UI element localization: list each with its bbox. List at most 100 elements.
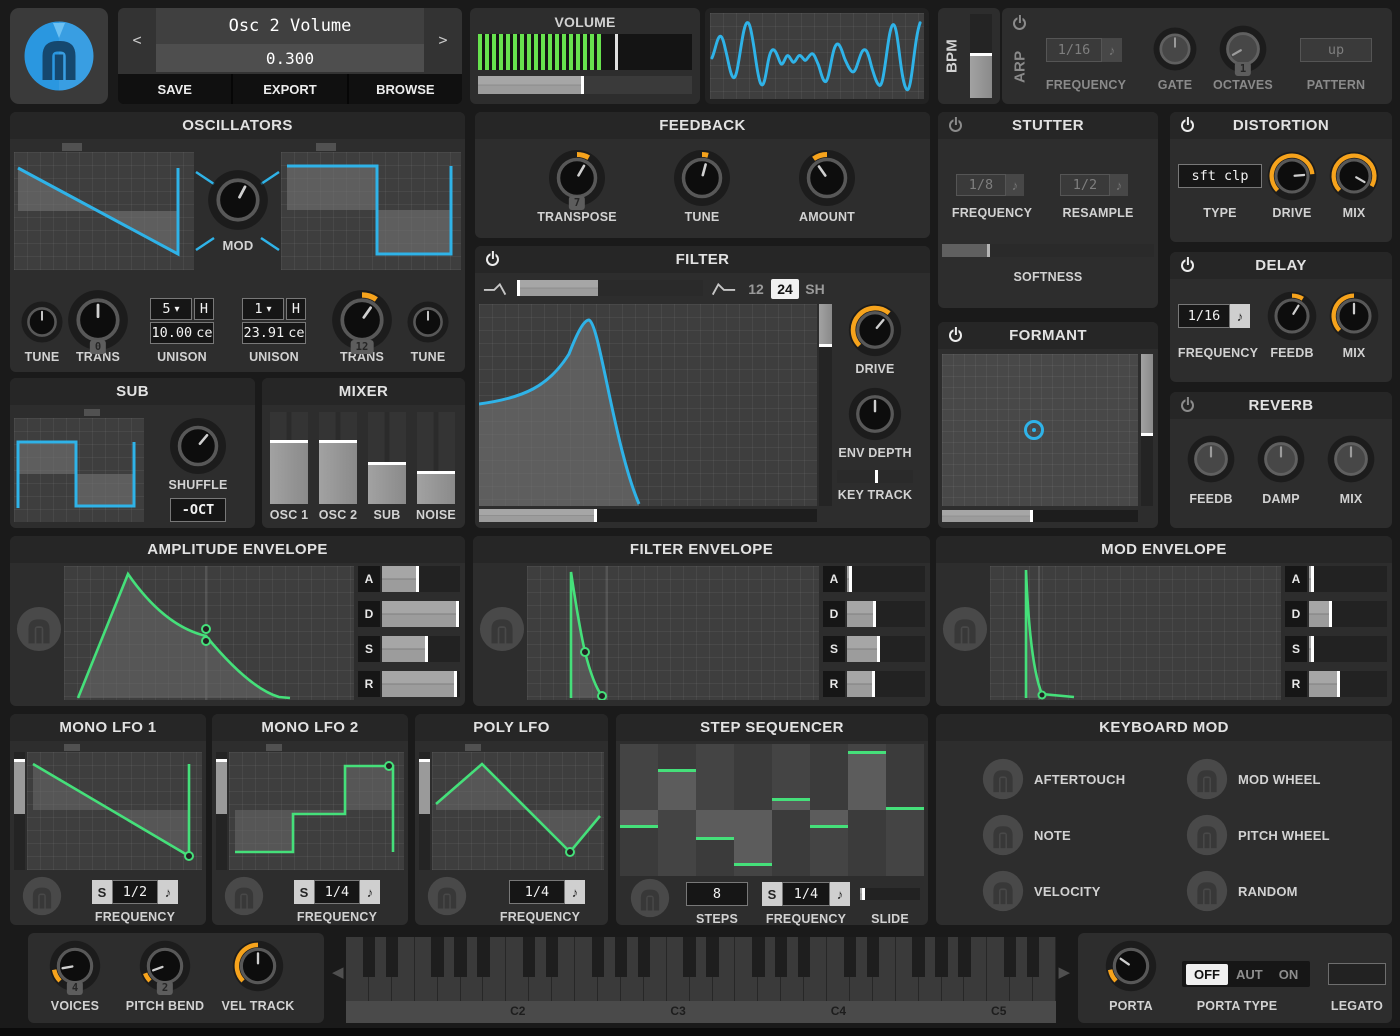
menv-attack-slider[interactable] (1309, 566, 1387, 592)
pitch-bend-knob[interactable]: 2 (138, 939, 192, 995)
step-sequencer-display[interactable] (620, 744, 924, 876)
osc2-transpose-knob[interactable]: 12 (330, 288, 394, 354)
reverb-power-icon[interactable] (1180, 397, 1195, 413)
step-4[interactable] (734, 744, 772, 876)
aftertouch-mod-source-icon[interactable] (982, 758, 1024, 800)
reverb-mix-knob[interactable] (1326, 434, 1376, 484)
voices-knob[interactable]: 4 (48, 939, 102, 995)
amp-env-display[interactable] (64, 566, 354, 700)
keyboard-keys[interactable] (346, 937, 1057, 1001)
save-button[interactable]: SAVE (118, 74, 232, 104)
mixer-osc1-fader[interactable] (270, 412, 308, 504)
lfo1-wave-display[interactable] (27, 752, 202, 870)
note-mod-source-icon[interactable] (982, 814, 1024, 856)
black-key[interactable] (774, 937, 788, 977)
black-key[interactable] (1004, 937, 1017, 977)
lfo1-amp-slider[interactable] (14, 752, 25, 870)
keyboard-scroll-right-icon[interactable]: ▶ (1058, 963, 1070, 981)
stutter-power-icon[interactable] (948, 117, 963, 133)
black-key[interactable] (843, 937, 857, 977)
poly-lfo-shape-handle[interactable] (465, 744, 481, 751)
arp-octaves-knob[interactable]: 1 (1218, 24, 1268, 76)
step-8[interactable] (886, 744, 924, 876)
lfo1-note-icon[interactable]: ♪ (158, 880, 178, 904)
amp-sustain-slider[interactable] (382, 636, 460, 662)
porta-type-on-button[interactable]: ON (1271, 964, 1307, 985)
random-mod-source-icon[interactable] (1186, 870, 1228, 912)
mod-env-display[interactable] (990, 566, 1281, 700)
lfo2-wave-display[interactable] (229, 752, 404, 870)
lfo1-frequency-value[interactable]: 1/2 (112, 880, 158, 904)
mixer-noise-fader[interactable] (417, 412, 455, 504)
stutter-softness-slider[interactable] (942, 244, 1154, 257)
filter-drive-knob[interactable] (847, 302, 903, 358)
filter-pole-sh-button[interactable]: SH (801, 279, 829, 299)
feedback-tune-knob[interactable] (672, 148, 732, 208)
osc2-wave-display[interactable] (281, 152, 461, 270)
patch-prev-button[interactable]: < (118, 8, 156, 72)
lfo1-sync-button[interactable]: S (92, 880, 112, 904)
poly-lfo-wave-display[interactable] (432, 752, 604, 870)
step-5[interactable] (772, 744, 810, 876)
black-key[interactable] (362, 937, 376, 977)
amp-release-slider[interactable] (382, 671, 460, 697)
stutter-frequency-value[interactable]: 1/8 (956, 174, 1006, 196)
keyboard-scroll-left-icon[interactable]: ◀ (332, 963, 344, 981)
feedback-amount-knob[interactable] (797, 148, 857, 208)
step-7[interactable] (848, 744, 886, 876)
stepseq-sync-button[interactable]: S (762, 882, 782, 906)
pitch-wheel-mod-source-icon[interactable] (1186, 814, 1228, 856)
lfo1-shape-handle[interactable] (64, 744, 80, 751)
porta-type-off-button[interactable]: OFF (1186, 963, 1228, 985)
black-key[interactable] (912, 937, 925, 977)
arp-pattern-value[interactable]: up (1300, 38, 1372, 62)
feedback-transpose-knob[interactable]: 7 (547, 148, 607, 210)
legato-toggle[interactable] (1328, 963, 1386, 985)
lfo2-mod-source-icon[interactable] (224, 876, 264, 916)
black-key[interactable] (477, 937, 490, 977)
menv-release-slider[interactable] (1309, 671, 1387, 697)
mod-env-mod-source-icon[interactable] (942, 606, 988, 652)
step-3[interactable] (696, 744, 734, 876)
delay-power-icon[interactable] (1180, 257, 1195, 273)
lfo2-frequency-value[interactable]: 1/4 (314, 880, 360, 904)
menv-decay-slider[interactable] (1309, 601, 1387, 627)
black-key[interactable] (935, 937, 948, 977)
sub-shape-handle[interactable] (84, 409, 100, 416)
black-key[interactable] (958, 937, 971, 977)
sub-shuffle-knob[interactable] (168, 416, 228, 476)
filter-env-display[interactable] (527, 566, 819, 700)
step-2[interactable] (658, 744, 696, 876)
patch-value[interactable]: 0.300 (156, 44, 424, 72)
menv-sustain-slider[interactable] (1309, 636, 1387, 662)
black-key[interactable] (637, 937, 650, 977)
reverb-feedback-knob[interactable] (1186, 434, 1236, 484)
osc2-unison-voices[interactable]: 1 ▾ (242, 298, 284, 320)
mod-wheel-mod-source-icon[interactable] (1186, 758, 1228, 800)
osc1-wave-display[interactable] (14, 152, 194, 270)
delay-frequency-note-icon[interactable]: ♪ (1230, 304, 1250, 328)
black-key[interactable] (866, 937, 880, 977)
amp-env-mod-source-icon[interactable] (16, 606, 62, 652)
formant-y-slider[interactable] (1141, 354, 1153, 506)
mixer-osc2-fader[interactable] (319, 412, 357, 504)
arp-frequency-value[interactable]: 1/16 (1046, 38, 1102, 62)
black-key[interactable] (614, 937, 628, 977)
stepseq-steps-value[interactable]: 8 (686, 882, 748, 906)
fenv-release-slider[interactable] (847, 671, 925, 697)
distortion-drive-knob[interactable] (1266, 150, 1318, 202)
sub-octave-button[interactable]: -OCT (170, 498, 226, 522)
filter-key-track-slider[interactable] (837, 470, 913, 483)
black-key[interactable] (706, 937, 719, 977)
formant-xy-pad[interactable] (942, 354, 1138, 506)
browse-button[interactable]: BROWSE (348, 74, 462, 104)
distortion-mix-knob[interactable] (1328, 150, 1380, 202)
stepseq-mod-source-icon[interactable] (630, 878, 670, 918)
osc-mod-knob[interactable] (206, 168, 270, 232)
filter-pole-24-button[interactable]: 24 (771, 279, 799, 299)
step-6[interactable] (810, 744, 848, 876)
arp-frequency-sync-note-icon[interactable]: ♪ (1102, 38, 1122, 62)
osc1-shape-handle[interactable] (62, 143, 82, 151)
arp-power-icon[interactable] (1012, 15, 1027, 31)
delay-mix-knob[interactable] (1328, 290, 1380, 342)
